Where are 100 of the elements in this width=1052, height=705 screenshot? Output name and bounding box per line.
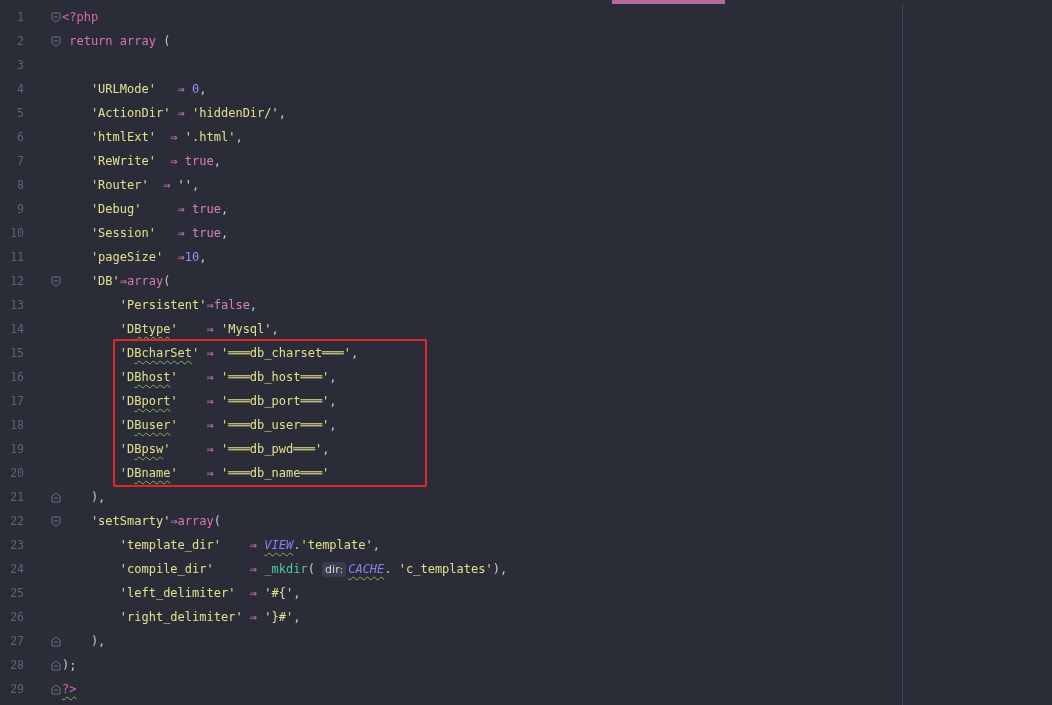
line-number: 1: [16, 10, 24, 24]
punctuation: ),: [492, 562, 508, 576]
line-number: 2: [16, 34, 24, 48]
arrow-operator: ⇒: [169, 130, 179, 144]
number-literal: 10: [184, 250, 200, 264]
string-literal: ': [170, 322, 178, 336]
arrow-operator: ⇒: [248, 538, 259, 552]
string-literal: ': [170, 394, 178, 408]
line-number: 4: [16, 82, 24, 96]
string-literal: 'compile_dir': [118, 562, 214, 576]
line-number: 15: [9, 346, 24, 360]
line-number: 7: [16, 154, 24, 168]
line-number: 27: [9, 634, 24, 648]
fold-icon[interactable]: [51, 635, 61, 647]
line-number: 25: [9, 586, 24, 600]
string-literal: 'right_delimiter': [118, 610, 243, 624]
arrow-operator: ⇒: [170, 514, 178, 528]
keyword: array: [177, 514, 214, 528]
fold-icon[interactable]: [51, 275, 61, 287]
punctuation: ,: [220, 226, 229, 240]
arrow-operator: ⇒: [205, 442, 215, 456]
punctuation: ,: [329, 370, 337, 384]
line-number: 24: [9, 562, 24, 576]
fold-icon[interactable]: [51, 659, 61, 671]
line-number: 11: [9, 250, 24, 264]
string-literal: '═══db_user═══': [220, 418, 330, 432]
number-literal: 0: [192, 82, 200, 96]
string-literal: Bpsw: [134, 442, 164, 456]
line-number: 26: [9, 610, 24, 624]
fold-icon[interactable]: [51, 35, 61, 47]
keyword: array: [127, 274, 164, 288]
arrow-operator: ⇒: [248, 610, 259, 624]
punctuation: ,: [235, 130, 243, 144]
line-number: 28: [9, 658, 24, 672]
string-literal: ': [170, 466, 178, 480]
string-literal: 'template': [300, 538, 373, 552]
string-literal: 'ActionDir': [89, 106, 171, 120]
string-literal: 'D: [118, 442, 135, 456]
punctuation: ,: [329, 394, 337, 408]
line-number: 13: [9, 298, 24, 312]
punctuation: ,: [293, 586, 301, 600]
line-number: 23: [9, 538, 24, 552]
punctuation: );: [62, 658, 77, 672]
keyword: return array: [68, 34, 157, 48]
punctuation: (: [307, 562, 316, 576]
fold-icon[interactable]: [51, 515, 61, 527]
line-number: 3: [16, 58, 24, 72]
line-number: 22: [9, 514, 24, 528]
arrow-operator: ⇒: [119, 274, 128, 288]
fold-icon[interactable]: [51, 491, 61, 503]
punctuation: (: [213, 514, 221, 528]
string-literal: 'Session': [89, 226, 156, 240]
punctuation: ,: [372, 538, 380, 552]
string-literal: ': [170, 418, 178, 432]
string-literal: '═══db_name═══': [220, 466, 330, 480]
punctuation: ,: [329, 418, 337, 432]
line-number: 20: [9, 466, 24, 480]
arrow-operator: ⇒: [205, 466, 215, 480]
punctuation: ,: [293, 610, 301, 624]
string-literal: 'D: [118, 418, 135, 432]
line-number: 19: [9, 442, 24, 456]
line-number: 12: [9, 274, 24, 288]
string-literal: '═══db_port═══': [220, 394, 330, 408]
constant-name: VIEW: [264, 538, 294, 552]
line-number: 29: [9, 682, 24, 696]
line-number: 5: [16, 106, 24, 120]
string-literal: 'URLMode': [89, 82, 156, 96]
string-literal: 'template_dir': [118, 538, 221, 552]
fold-icon[interactable]: [51, 11, 61, 23]
line-number: 21: [9, 490, 24, 504]
line-number: 9: [16, 202, 24, 216]
punctuation: (: [163, 274, 171, 288]
boolean-literal: false: [213, 298, 250, 312]
arrow-operator: ⇒: [176, 82, 186, 96]
fold-icon[interactable]: [51, 683, 61, 695]
string-literal: ': [192, 346, 200, 360]
arrow-operator: ⇒: [162, 178, 172, 192]
arrow-operator: ⇒: [176, 106, 186, 120]
string-literal: '#{': [264, 586, 294, 600]
arrow-operator: ⇒: [169, 154, 179, 168]
php-tag: ?>: [62, 682, 77, 696]
string-literal: 'htmlExt': [89, 130, 156, 144]
string-literal: 'D: [118, 346, 135, 360]
string-literal: 'Router': [89, 178, 149, 192]
punctuation: (: [163, 34, 171, 48]
arrow-operator: ⇒: [205, 418, 215, 432]
string-literal: 'hiddenDir/': [192, 106, 279, 120]
arrow-operator: ⇒: [206, 298, 214, 312]
punctuation: ,: [271, 322, 279, 336]
string-literal: 'DB': [89, 274, 120, 288]
arrow-operator: ⇒: [205, 394, 215, 408]
string-literal: '═══db_pwd═══': [220, 442, 323, 456]
boolean-literal: true: [192, 202, 221, 216]
arrow-operator: ⇒: [205, 370, 215, 384]
string-literal: 'D: [118, 394, 135, 408]
boolean-literal: true: [184, 154, 214, 168]
function-name: _mkdir: [264, 562, 308, 576]
punctuation: ,: [278, 106, 286, 120]
arrow-operator: ⇒: [176, 202, 186, 216]
punctuation: ,: [199, 82, 207, 96]
